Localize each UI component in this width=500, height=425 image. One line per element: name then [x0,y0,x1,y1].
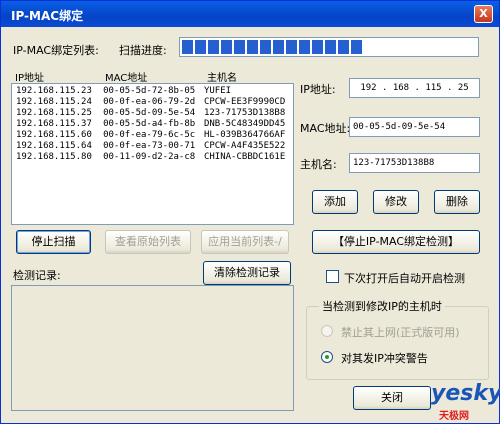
progress-chunk [221,40,232,54]
list-item-host: DNB-5C48349DD45 [203,119,286,129]
progress-chunk [299,40,310,54]
progress-chunk [208,40,219,54]
list-item-host: CPCW-EE3F9990CD [203,97,286,107]
list-item-host: CHINA-CBBDC161E [203,152,286,162]
progress-chunk [234,40,245,54]
list-item[interactable]: 192.168.115.80 00-11-09-d2-2a-c8 CHINA-CBB… [12,152,293,163]
watermark-subtitle: 天极网 [439,411,469,422]
progress-chunk [351,40,362,54]
list-item-mac: 00-0f-ea-06-79-2d [103,97,196,107]
list-item-host: YUFEI [203,86,232,96]
progress-chunk [325,40,336,54]
list-item-mac: 00-05-5d-a4-fb-8b [103,119,196,129]
list-item-mac: 00-11-09-d2-2a-c8 [103,152,196,162]
host-field-label: 主机名: [300,158,337,171]
window-title: IP-MAC绑定 [11,9,84,23]
add-button[interactable]: 添加 [312,190,358,214]
ip-mac-binding-window: IP-MAC绑定 X IP-MAC绑定列表: 扫描进度: IP地址 MAC地址 … [0,0,500,424]
list-item-ip: 192.168.115.24 [16,97,92,107]
column-header-host: 主机名 [207,73,237,84]
list-item[interactable]: 192.168.115.37 00-05-5d-a4-fb-8b DNB-5C483… [12,119,293,130]
delete-button[interactable]: 删除 [434,190,480,214]
list-item-ip: 192.168.115.25 [16,108,92,118]
list-item-mac: 00-05-5d-72-8b-05 [103,86,196,96]
send-ip-conflict-radio[interactable] [321,351,333,363]
progress-chunk [195,40,206,54]
ip-change-action-group [306,306,489,380]
list-item-mac: 00-0f-ea-73-00-71 [103,141,196,151]
list-item[interactable]: 192.168.115.64 00-0f-ea-73-00-71 CPCW-A4F4… [12,141,293,152]
auto-start-label: 下次打开后自动开启检测 [344,272,465,285]
list-item-host: CPCW-A4F435E522 [203,141,286,151]
close-button[interactable]: 关闭 [353,386,431,410]
apply-current-list-button[interactable]: 应用当前列表-/ [201,230,289,254]
list-item-mac: 00-0f-ea-79-6c-5c [103,130,196,140]
ip-change-action-group-title: 当检测到修改IP的主机时 [319,298,445,314]
progress-chunk [260,40,271,54]
watermark-brand: yesky® [431,381,500,406]
scan-progress-label: 扫描进度: [119,44,167,57]
list-item[interactable]: 192.168.115.23 00-05-5d-72-8b-05 YUFEI [12,86,293,97]
close-icon: X [479,7,488,20]
progress-chunk [286,40,297,54]
radio-selected-dot [325,355,329,359]
list-item-ip: 192.168.115.80 [16,152,92,162]
detection-log[interactable] [11,285,294,411]
title-bar: IP-MAC绑定 [1,1,499,27]
list-item[interactable]: 192.168.115.60 00-0f-ea-79-6c-5c HL-039B36… [12,130,293,141]
view-original-list-button[interactable]: 查看原始列表 [105,230,191,254]
list-item-ip: 192.168.115.37 [16,119,92,129]
scan-progress-bar [179,37,479,57]
stop-binding-detection-button[interactable]: 【停止IP-MAC绑定检测】 [312,230,480,254]
log-label: 检测记录: [13,269,61,282]
column-header-ip: IP地址 [15,73,44,84]
mac-field-label: MAC地址: [300,122,351,135]
binding-list[interactable]: 192.168.115.23 00-05-5d-72-8b-05 YUFEI 192.… [11,83,294,225]
list-item-host: HL-039B364766AF [203,130,286,140]
list-item-ip: 192.168.115.64 [16,141,92,151]
progress-chunk [247,40,258,54]
progress-chunk [273,40,284,54]
mac-address-input[interactable]: 00-05-5d-09-5e-54 [349,117,480,137]
hostname-input[interactable]: 123-71753D138B8 [349,153,480,173]
block-network-label: 禁止其上网(正式版可用) [341,326,460,339]
stop-scan-button[interactable]: 停止扫描 [16,230,91,254]
auto-start-checkbox[interactable] [326,270,339,283]
progress-chunk [182,40,193,54]
list-item-ip: 192.168.115.23 [16,86,92,96]
list-item-ip: 192.168.115.60 [16,130,92,140]
block-network-radio[interactable] [321,325,333,337]
column-header-mac: MAC地址 [105,73,148,84]
progress-chunk [338,40,349,54]
ip-field-label: IP地址: [300,83,336,96]
send-ip-conflict-label: 对其发IP冲突警告 [341,352,428,365]
close-window-button[interactable]: X [474,5,493,23]
modify-button[interactable]: 修改 [373,190,419,214]
yesky-watermark: yesky® 天极网 [431,381,500,425]
list-item-mac: 00-05-5d-09-5e-54 [103,108,196,118]
ip-address-input[interactable]: 192 . 168 . 115 . 25 [349,78,480,98]
binding-list-label: IP-MAC绑定列表: [13,44,99,57]
clear-log-button[interactable]: 清除检测记录 [203,261,291,285]
list-item[interactable]: 192.168.115.25 00-05-5d-09-5e-54 123-71753… [12,108,293,119]
list-item[interactable]: 192.168.115.24 00-0f-ea-06-79-2d CPCW-EE3F… [12,97,293,108]
progress-chunk [312,40,323,54]
list-item-host: 123-71753D138B8 [203,108,286,118]
